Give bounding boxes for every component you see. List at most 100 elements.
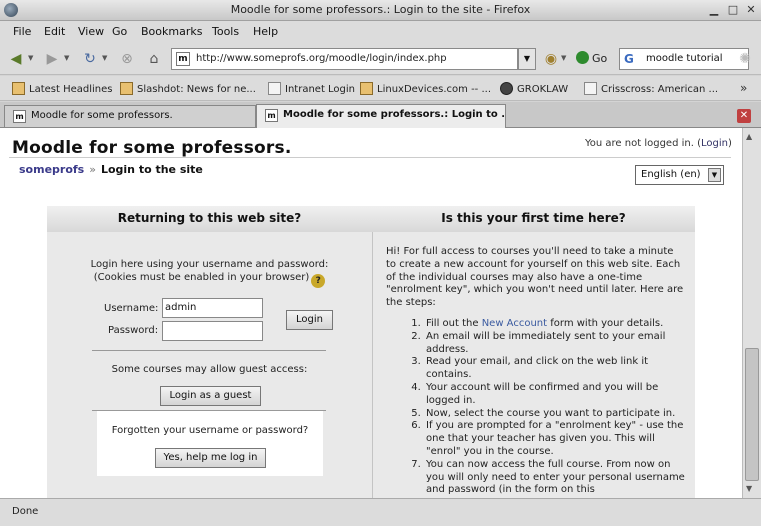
signup-intro: Hi! For full access to courses you'll ne… [386, 246, 684, 309]
url-bar[interactable]: m http://www.someprofs.org/moodle/login/… [171, 48, 518, 70]
go-arrow-icon [576, 51, 589, 64]
bookmarks-overflow-icon[interactable]: » [740, 81, 747, 95]
scroll-thumb[interactable] [745, 348, 759, 481]
breadcrumb: someprofs » Login to the site [19, 163, 203, 176]
help-icon[interactable]: ? [311, 274, 326, 288]
menu-bookmarks[interactable]: Bookmarks [141, 25, 202, 38]
signup-panel-heading: Is this your first time here? [372, 206, 695, 232]
signup-instructions: Hi! For full access to courses you'll ne… [386, 246, 686, 497]
navbar: someprofs » Login to the site [9, 157, 731, 181]
rss-icon [360, 82, 373, 95]
forward-dropdown-icon[interactable]: ▼ [64, 54, 69, 62]
rss-icon [120, 82, 133, 95]
tab-label: Moodle for some professors. [31, 110, 173, 121]
menu-view[interactable]: View [78, 25, 104, 38]
bookmark-slashdot[interactable]: Slashdot: News for ne... [120, 82, 256, 95]
close-tab-icon[interactable]: ✕ [737, 109, 751, 123]
language-value: English (en) [641, 169, 701, 180]
menu-tools[interactable]: Tools [212, 25, 239, 38]
signup-steps: Fill out the New Account form with your … [410, 318, 686, 497]
minimize-icon[interactable]: ▁ [707, 3, 721, 17]
login-button[interactable]: Login [286, 310, 333, 330]
login-panel-heading: Returning to this web site? [47, 206, 372, 232]
divider [92, 350, 326, 351]
menu-help[interactable]: Help [253, 25, 278, 38]
bookmark-intranet-login[interactable]: Intranet Login [268, 82, 355, 95]
new-account-link[interactable]: New Account [482, 318, 547, 329]
step-text: form with your details. [547, 317, 664, 329]
search-query[interactable]: moodle tutorial [646, 53, 723, 64]
stop-icon[interactable]: ⊗ [119, 51, 135, 67]
bookmark-label: Latest Headlines [29, 84, 113, 95]
forgot-password-text: Forgotten your username or password? [111, 425, 309, 436]
tab-label: Moodle for some professors.: Login to ..… [283, 109, 506, 120]
bookmark-label: Intranet Login [285, 84, 356, 95]
moodle-favicon-icon: m [13, 110, 26, 123]
back-dropdown-icon[interactable]: ▼ [28, 54, 33, 62]
back-icon[interactable]: ◀ [8, 51, 24, 67]
url-history-dropdown-icon[interactable]: ▼ [518, 48, 536, 70]
breadcrumb-home-link[interactable]: someprofs [19, 163, 84, 176]
search-box[interactable]: G moodle tutorial [619, 48, 749, 70]
moodle-favicon-icon: m [265, 109, 278, 122]
go-label: Go [592, 52, 608, 65]
search-engine-dropdown-icon[interactable]: ▼ [561, 54, 566, 62]
login-intro-line2: (Cookies must be enabled in your browser… [47, 271, 372, 288]
login-info: You are not logged in. (Login) [585, 138, 732, 149]
page-content: Moodle for some professors. You are not … [0, 128, 742, 498]
menu-file[interactable]: File [13, 25, 31, 38]
username-label: Username: [104, 303, 159, 314]
page-icon [584, 82, 597, 95]
home-icon[interactable]: ⌂ [146, 51, 162, 67]
language-select[interactable]: English (en) ▼ [635, 165, 724, 185]
breadcrumb-current: Login to the site [100, 163, 203, 176]
google-icon: G [624, 52, 634, 66]
bookmark-crisscross[interactable]: Crisscross: American ... [584, 82, 718, 95]
bookmark-label: GROKLAW [517, 84, 569, 95]
gnu-icon [500, 82, 513, 95]
site-title: Moodle for some professors. [12, 138, 292, 158]
tab-strip: m Moodle for some professors. m Moodle f… [0, 102, 761, 128]
chevron-down-icon[interactable]: ▼ [708, 168, 721, 182]
menu-go[interactable]: Go [112, 25, 127, 38]
step-text: Fill out the [426, 317, 482, 329]
throbber-icon: ✺ [739, 51, 751, 67]
bookmark-linuxdevices[interactable]: LinuxDevices.com -- ... [360, 82, 491, 95]
tab-moodle-home[interactable]: m Moodle for some professors. [4, 105, 256, 127]
cookies-note: (Cookies must be enabled in your browser… [93, 272, 310, 283]
vertical-scrollbar[interactable]: ▲ ▼ [742, 128, 761, 498]
reload-icon[interactable]: ↻ [82, 51, 98, 67]
scroll-up-icon[interactable]: ▲ [746, 132, 752, 141]
login-intro-line1: Login here using your username and passw… [90, 259, 329, 270]
status-text: Done [12, 506, 39, 517]
go-button[interactable]: Go [576, 51, 607, 65]
password-field[interactable] [162, 321, 263, 341]
username-field[interactable]: admin [162, 298, 263, 318]
close-window-icon[interactable]: ✕ [744, 3, 758, 17]
menu-edit[interactable]: Edit [44, 25, 65, 38]
login-link[interactable]: Login [701, 138, 728, 149]
reload-dropdown-icon[interactable]: ▼ [102, 54, 107, 62]
list-item: Now, select the course you want to parti… [424, 408, 686, 421]
bookmark-groklaw[interactable]: GROKLAW [500, 82, 568, 95]
window-title: Moodle for some professors.: Login to th… [230, 3, 531, 16]
bookmarks-toolbar: Latest Headlines Slashdot: News for ne..… [0, 76, 761, 101]
bookmark-latest-headlines[interactable]: Latest Headlines [12, 82, 113, 95]
breadcrumb-separator: » [89, 163, 96, 176]
maximize-icon[interactable]: □ [726, 3, 740, 17]
list-item: Fill out the New Account form with your … [424, 318, 686, 331]
bookmark-label: Crisscross: American ... [601, 84, 719, 95]
navigation-toolbar: ◀ ▼ ▶ ▼ ↻ ▼ ⊗ ⌂ m http://www.someprofs.o… [0, 43, 761, 75]
search-engine-icon[interactable]: ◉ [543, 51, 559, 67]
status-bar: Done [0, 498, 761, 526]
forward-icon[interactable]: ▶ [44, 51, 60, 67]
scroll-down-icon[interactable]: ▼ [746, 484, 752, 493]
guest-login-button[interactable]: Login as a guest [160, 386, 261, 406]
bookmark-label: Slashdot: News for ne... [137, 84, 256, 95]
password-label: Password: [108, 325, 159, 336]
rss-icon [12, 82, 25, 95]
url-text[interactable]: http://www.someprofs.org/moodle/login/in… [196, 53, 447, 64]
tab-moodle-login[interactable]: m Moodle for some professors.: Login to … [256, 104, 506, 128]
forgot-password-button[interactable]: Yes, help me log in [155, 448, 266, 468]
moodle-favicon-icon: m [176, 52, 190, 66]
